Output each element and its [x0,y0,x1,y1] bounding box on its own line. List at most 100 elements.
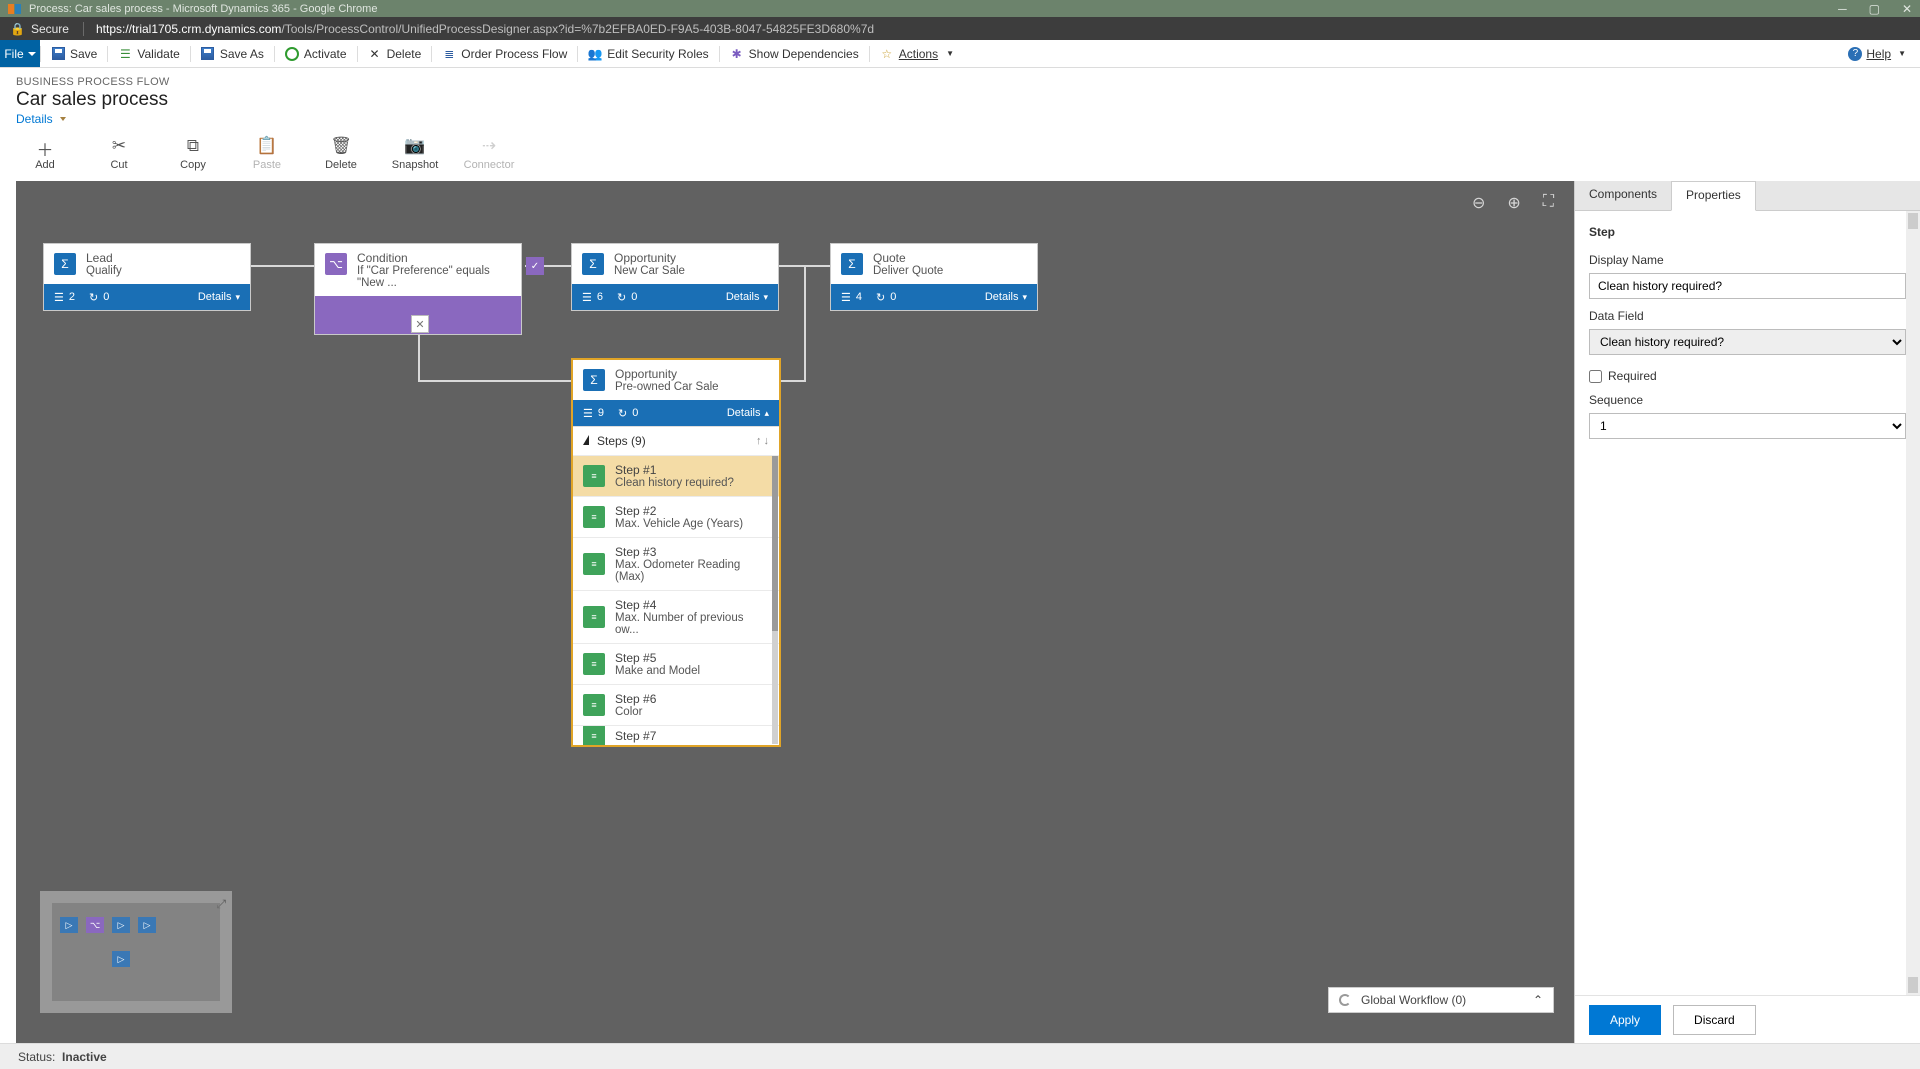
steps-header[interactable]: Steps (9) ↑↓ [573,426,779,455]
roles-icon: 👥 [588,47,602,61]
minimize-icon[interactable]: ─ [1838,2,1847,16]
step-item[interactable]: ≡Step #2Max. Vehicle Age (Years) [573,496,779,537]
step-icon: ≡ [583,653,605,675]
activate-icon [285,47,299,61]
step-item[interactable]: ≡Step #1Clean history required? [573,455,779,496]
minimap[interactable]: ⤢ ▷ ⌥ ▷ ▷ ▷ [40,891,232,1013]
activate-button[interactable]: Activate [275,40,357,67]
step-icon: ≡ [583,465,605,487]
paste-button[interactable]: 📋Paste [244,136,290,171]
page-header: BUSINESS PROCESS FLOW Car sales process … [0,68,1920,132]
details-toggle[interactable]: Details▴ [727,407,769,419]
apply-button[interactable]: Apply [1589,1005,1661,1035]
details-toggle[interactable]: Details [16,112,1904,126]
global-workflow-bar[interactable]: Global Workflow (0) ⌃ [1328,987,1554,1013]
step-icon: ≡ [583,725,605,745]
condition-icon: ⌥ [325,253,347,275]
paste-icon: 📋 [256,136,277,154]
delete-node-button[interactable]: 🗑Delete [318,136,364,171]
close-icon[interactable]: ✕ [1902,2,1912,16]
actions-icon: ☆ [880,47,894,61]
tab-properties[interactable]: Properties [1671,181,1756,211]
step-item[interactable]: ≡Step #7 [573,725,779,745]
snapshot-button[interactable]: 📷Snapshot [392,136,438,171]
step-item[interactable]: ≡Step #5Make and Model [573,643,779,684]
stage-deliver-quote[interactable]: ΣQuoteDeliver Quote ☰ 4↻ 0Details▾ [830,243,1038,311]
display-name-label: Display Name [1589,253,1906,267]
data-field-select[interactable]: Clean history required? [1589,329,1906,355]
display-name-input[interactable] [1589,273,1906,299]
details-toggle[interactable]: Details▾ [198,291,240,303]
steps-scrollbar-thumb[interactable] [772,456,778,631]
move-up-icon[interactable]: ↑ [756,435,762,447]
data-field-label: Data Field [1589,309,1906,323]
save-as-button[interactable]: Save As [191,40,274,67]
save-as-icon [201,47,214,60]
validate-button[interactable]: ☰Validate [108,40,189,67]
discard-button[interactable]: Discard [1673,1005,1756,1035]
edit-security-roles-button[interactable]: 👥Edit Security Roles [578,40,718,67]
step-item[interactable]: ≡Step #4Max. Number of previous ow... [573,590,779,643]
stage-lead[interactable]: ΣLeadQualify ☰ 2↻ 0Details▾ [43,243,251,311]
camera-icon: 📷 [404,136,425,154]
save-icon [52,47,65,60]
order-icon: ≣ [442,47,456,61]
stage-pre-owned-car-sale[interactable]: ΣOpportunityPre-owned Car Sale ☰ 9↻ 0Det… [571,358,781,747]
actions-menu[interactable]: ☆Actions▼ [870,40,964,67]
tab-components[interactable]: Components [1575,181,1671,210]
details-toggle[interactable]: Details▾ [985,291,1027,303]
required-checkbox[interactable] [1589,370,1602,383]
copy-button[interactable]: ⧉Copy [170,136,216,171]
flow-type-label: BUSINESS PROCESS FLOW [16,76,1904,88]
show-dependencies-button[interactable]: ✱Show Dependencies [720,40,869,67]
browser-urlbar: 🔒Secure https://trial1705.crm.dynamics.c… [0,17,1920,40]
dependencies-icon: ✱ [730,47,744,61]
command-bar: File Save ☰Validate Save As Activate ✕De… [0,40,1920,68]
stage-icon: Σ [582,253,604,275]
delete-icon: ✕ [368,47,382,61]
step-icon: ≡ [583,506,605,528]
cut-button[interactable]: ✂Cut [96,136,142,171]
connector-button[interactable]: ⇢Connector [466,136,512,171]
fit-screen-icon[interactable]: ⛶ [1543,193,1554,213]
condition-false-badge[interactable]: ✕ [411,315,429,333]
scissors-icon: ✂ [112,136,126,154]
stage-new-car-sale[interactable]: ΣOpportunityNew Car Sale ☰ 6↻ 0Details▾ [571,243,779,311]
sequence-select[interactable]: 1 [1589,413,1906,439]
move-down-icon[interactable]: ↓ [764,435,770,447]
maximize-icon[interactable]: ▢ [1869,2,1880,16]
condition-true-badge: ✓ [526,257,544,275]
add-button[interactable]: ＋Add [22,136,68,171]
details-toggle[interactable]: Details▾ [726,291,768,303]
zoom-in-icon[interactable]: ⊕ [1507,193,1520,213]
page-url[interactable]: https://trial1705.crm.dynamics.com/Tools… [96,22,874,36]
required-label: Required [1608,369,1657,383]
window-titlebar: Process: Car sales process - Microsoft D… [0,0,1920,17]
delete-button[interactable]: ✕Delete [358,40,432,67]
window-title: Process: Car sales process - Microsoft D… [29,3,377,15]
file-menu[interactable]: File [0,40,40,67]
step-item[interactable]: ≡Step #6Color [573,684,779,725]
panel-scrollbar[interactable] [1906,211,1920,995]
save-button[interactable]: Save [41,40,107,67]
validate-icon: ☰ [118,47,132,61]
sequence-label: Sequence [1589,393,1906,407]
stage-icon: Σ [54,253,76,275]
step-icon: ≡ [583,694,605,716]
step-icon: ≡ [583,606,605,628]
chevron-up-icon[interactable]: ⌃ [1533,993,1543,1007]
status-label: Status: [18,1050,55,1064]
zoom-out-icon[interactable]: ⊖ [1472,193,1485,213]
connector-line [418,380,572,382]
steps-count: ☰ 2 [54,291,75,304]
workflow-icon [1339,994,1351,1006]
designer-canvas[interactable]: ⊖ ⊕ ⛶ ΣLeadQualify ☰ 2↻ 0Details▾ ⌥Condi… [16,181,1574,1043]
help-button[interactable]: ?Help▼ [1848,47,1906,61]
section-heading: Step [1589,225,1906,239]
properties-panel: Components Properties Step Display Name … [1574,181,1920,1043]
trash-icon: 🗑 [330,136,352,154]
steps-list: ≡Step #1Clean history required? ≡Step #2… [573,455,779,745]
loop-count: ↻ 0 [89,291,109,304]
order-process-flow-button[interactable]: ≣Order Process Flow [432,40,577,67]
step-item[interactable]: ≡Step #3Max. Odometer Reading (Max) [573,537,779,590]
